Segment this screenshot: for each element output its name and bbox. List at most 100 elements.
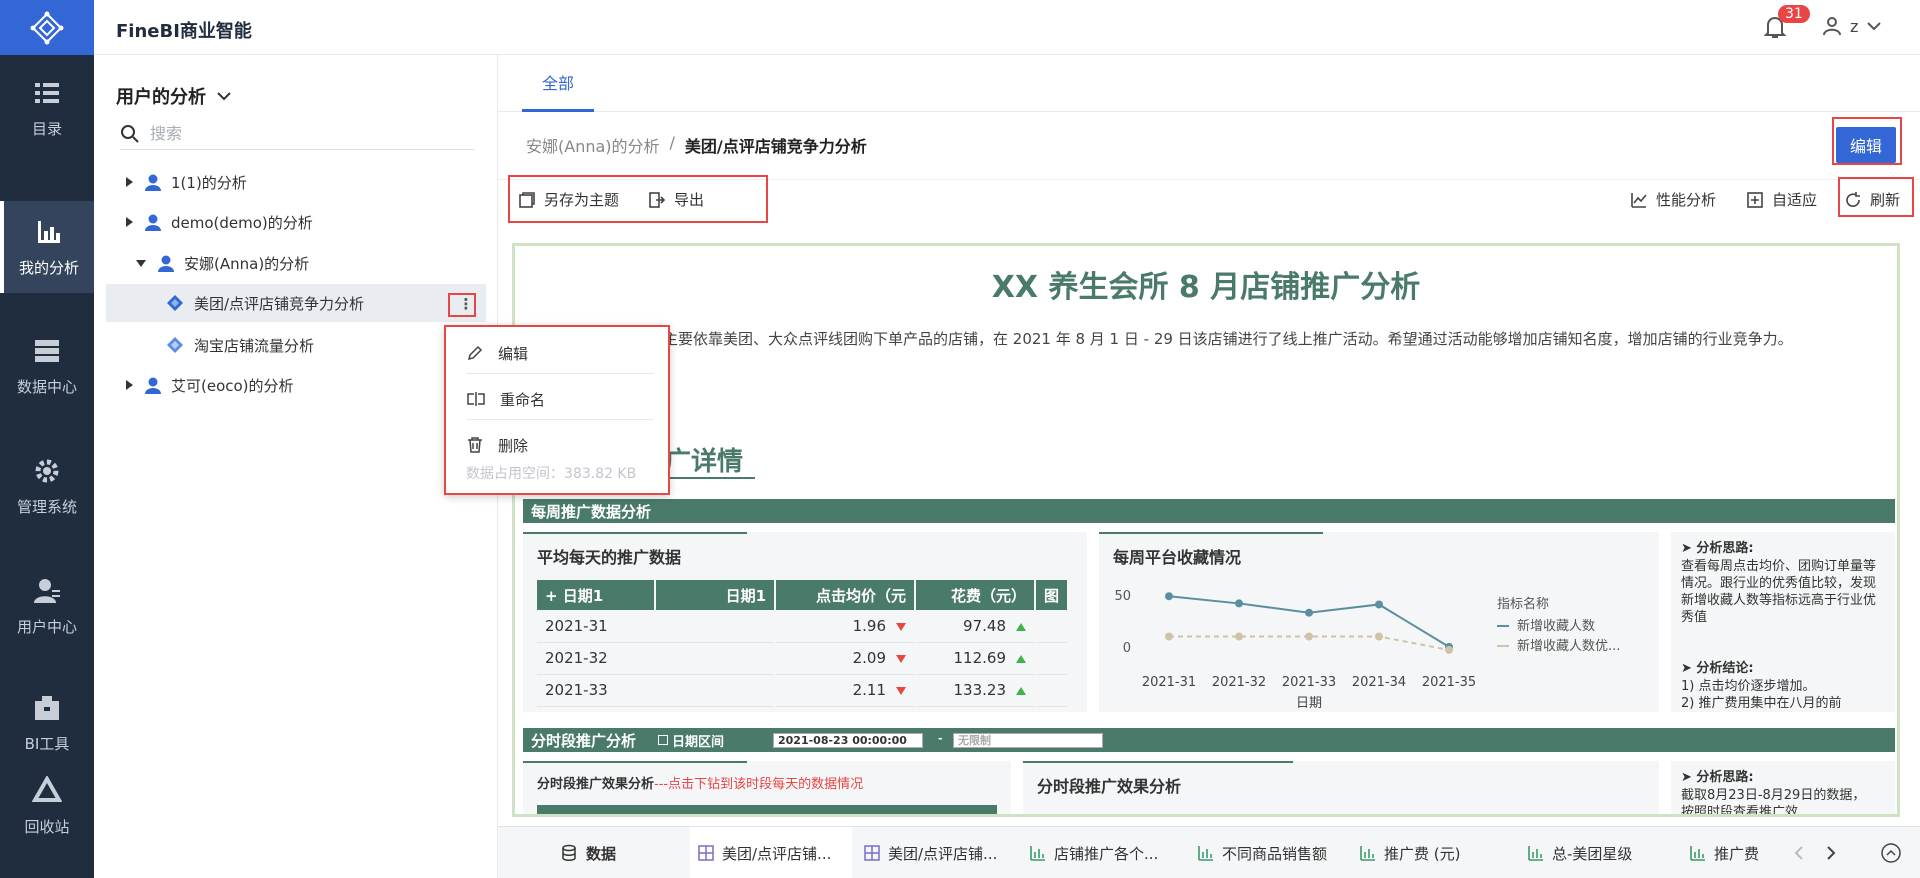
export-button[interactable]: 导出 [648,189,704,210]
period-effect-hint: ---点击下钻到该时段每天的数据情况 [654,777,864,792]
data-point [1375,632,1383,641]
menu-delete[interactable]: 删除 [466,425,656,465]
bottom-tab-component[interactable]: 不同商品销售额 [1198,827,1327,878]
bottom-tab-data[interactable]: 数据 [560,827,616,878]
tree-node-user-1[interactable]: 1(1)的分析 [106,163,486,201]
user-folder-icon [158,255,174,272]
notes-heading-1: ➤ 分析思路: [1681,541,1754,556]
table-cell-empty [1035,642,1070,675]
table-cell-week: 2021-31 [537,610,776,643]
period-effect-chart-title: 分时段推广效果分析 [1037,777,1182,796]
legend-entry: 新增收藏人数优... [1517,638,1620,654]
bottom-tab-label: 店铺推广各个... [1054,844,1159,863]
table-cell-price: 2.11 [775,674,916,707]
period-table-header [537,805,997,814]
nav-recycle[interactable]: 回收站 [0,760,94,852]
bottom-tab-component[interactable]: 推广费 (元) [1360,827,1460,878]
database-icon [562,844,576,861]
adaptive-button[interactable]: 自适应 [1746,189,1817,210]
expand-icon[interactable] [126,380,133,390]
bottom-tab-component[interactable]: 推广费 [1690,827,1766,878]
nav-bi-tools[interactable]: BI工具 [0,677,94,769]
legend-title: 指标名称 [1497,596,1549,612]
table-header[interactable]: + 日期1 [537,580,656,610]
bottom-tab-component[interactable]: 总-美团星级 [1528,827,1632,878]
notes2-text: 截取8月23日-8月29日的数据，按照时段查看推广效 [1681,788,1866,817]
table-header[interactable]: 花费（元） [915,580,1036,610]
expand-icon[interactable] [126,177,133,187]
nav-recycle-label: 回收站 [24,817,70,836]
table-header[interactable]: 日期1 [655,580,776,610]
tree-panel-title[interactable]: 用户的分析 [116,83,232,109]
table-header: 图 [1035,580,1070,610]
y-tick-label: 50 [1114,589,1131,604]
collapse-icon[interactable] [136,259,146,267]
table-row[interactable]: 2021-33 2.11 133.23 [537,674,1070,707]
menu-rename[interactable]: 重命名 [466,379,656,419]
tree-node-anna[interactable]: 安娜(Anna)的分析 [106,244,486,282]
table-cell-price: 2.09 [775,642,916,675]
date-start-input[interactable]: 2021-08-23 00:00:00 [773,733,923,748]
data-point [1305,632,1313,641]
menu-rename-label: 重命名 [500,390,546,409]
highlight-more-button [448,293,476,317]
user-menu[interactable]: z [1822,16,1882,36]
tree-search-input[interactable] [150,124,450,143]
nav-data-center[interactable]: 数据中心 [0,320,94,412]
table-row[interactable]: 2021-32 2.09 112.69 [537,642,1070,675]
breadcrumb-separator: / [669,133,675,152]
analysis-notes-2-panel: ➤ 分析思路: 截取8月23日-8月29日的数据，按照时段查看推广效 [1671,761,1895,817]
tab-all[interactable]: 全部 [522,55,594,112]
refresh-button[interactable]: 刷新 [1844,189,1900,210]
table-row[interactable]: 2021-31 1.96 97.48 [537,610,1070,643]
checkbox-icon[interactable] [658,735,669,745]
logo-icon [30,11,64,44]
save-as-theme-button[interactable]: 另存为主题 [518,189,619,210]
analysis-icon [167,337,183,353]
section-weekly-bar: 每周推广数据分析 [523,499,1895,523]
x-tick-label: 2021-31 [1142,675,1196,690]
date-end-input[interactable]: 无限制 [953,733,1103,748]
expand-icon[interactable] [126,217,133,227]
tree-node-label: demo(demo)的分析 [171,213,313,232]
breadcrumb-parent[interactable]: 安娜(Anna)的分析 [526,133,660,157]
trend-down-icon [896,655,906,663]
logo[interactable] [0,0,94,55]
performance-analysis-button[interactable]: 性能分析 [1630,189,1716,210]
nav-user-center[interactable]: 用户中心 [0,560,94,652]
tree-node-eoco[interactable]: 艾可(eoco)的分析 [106,366,486,404]
weekly-favorites-chart: 50 0 2021-31 2021-32 2021-33 2021-34 2021-35 日期… [1114,589,1620,711]
nav-catalog[interactable]: 目录 [0,62,94,154]
bottom-tab-component[interactable]: 美团/点评店铺... [690,827,852,878]
section-period-bar: 分时段推广分析 日期区间 2021-08-23 00:00:00 - 无限制 [523,728,1895,752]
chevron-left-icon[interactable] [1792,845,1806,861]
tree-node-meituan-analysis[interactable]: 美团/点评店铺竞争力分析 ⋮ [106,284,486,322]
data-point [1445,645,1453,654]
tree-node-taobao-analysis[interactable]: 淘宝店铺流量分析 [106,326,486,364]
nav-admin[interactable]: 管理系统 [0,440,94,532]
table-header[interactable]: 点击均价（元 [775,580,916,610]
chevron-down-icon [217,92,231,101]
bottom-tab-component[interactable]: 美团/点评店铺... [864,827,997,878]
data-point [1235,599,1243,608]
collapse-up-icon[interactable] [1880,842,1902,864]
export-label: 导出 [674,191,705,209]
catalog-icon [35,82,59,103]
panel-accent [1023,761,1293,763]
bottom-tab-component[interactable]: 店铺推广各个... [1030,827,1158,878]
panel-accent [523,532,747,534]
gear-icon [35,459,59,482]
app-root: 目录 我的分析 数据中心 管理系统 用户中心 BI工具 回收站 FineBI商业… [0,0,1920,878]
fit-icon [1747,191,1763,208]
weekly-favorites-panel: 每周平台收藏情况 50 0 2021-31 2021-32 2021-33 2021-34… [1099,532,1659,712]
edit-button[interactable]: 编辑 [1836,127,1896,163]
x-axis-label: 日期 [1296,696,1322,711]
date-separator: - [938,732,943,745]
nav-data-center-label: 数据中心 [16,377,77,396]
user-icon [34,578,60,603]
nav-my-analysis[interactable]: 我的分析 [0,201,94,293]
chevron-right-icon[interactable] [1824,845,1838,861]
table-cell-cost: 133.23 [915,674,1036,707]
menu-edit[interactable]: 编辑 [466,333,656,373]
tree-node-demo[interactable]: demo(demo)的分析 [106,203,486,241]
